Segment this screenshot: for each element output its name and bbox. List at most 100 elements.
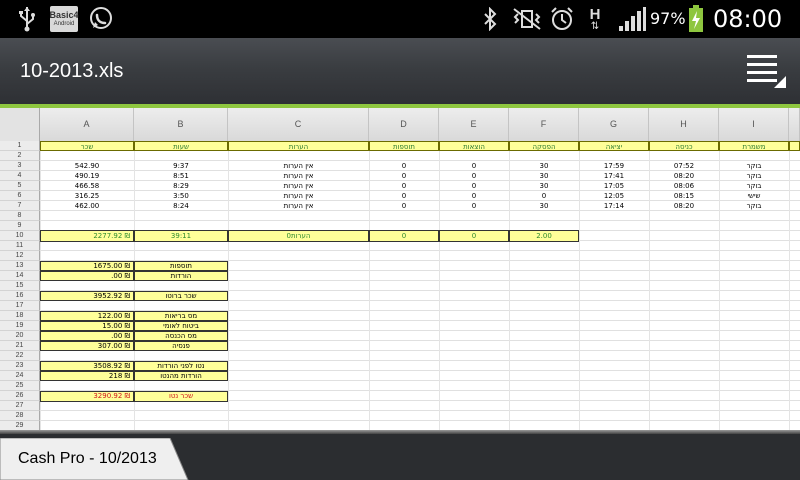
table-cell[interactable]: 17:05 [579,181,649,191]
totals-cell[interactable]: 0 [369,230,439,242]
spreadsheet-grid[interactable]: ABCDEFGHI 1 2 3 4 5 6 7 8 9 10 11 12 13 14 15 16 17 18 19 2… [0,108,800,430]
column-header-d[interactable]: D [369,108,439,141]
column-header-h[interactable]: H [649,108,719,141]
summary-label[interactable]: שכר נטו [134,391,228,402]
table-cell[interactable]: 30 [509,201,579,211]
table-cell[interactable]: 0 [439,171,509,181]
row-header-18[interactable]: 18 [0,311,40,321]
table-cell[interactable]: 30 [509,171,579,181]
column-header-c[interactable]: C [228,108,369,141]
totals-cell[interactable]: 0הערות [228,230,369,242]
table-cell[interactable]: בוקר [719,171,789,181]
table-cell[interactable]: 17:14 [579,201,649,211]
row-header-3[interactable]: 3 [0,161,40,171]
table-cell[interactable]: 8:51 [134,171,228,181]
row-header-22[interactable]: 22 [0,351,40,361]
menu-button[interactable] [744,52,788,92]
summary-value[interactable]: 3508.92 ₪ [40,361,134,371]
header-cell[interactable]: כניסה [649,141,719,151]
table-cell[interactable]: 30 [509,181,579,191]
select-all-corner[interactable] [0,108,40,141]
row-header-26[interactable]: 26 [0,391,40,401]
row-header-16[interactable]: 16 [0,291,40,301]
table-cell[interactable]: 0 [369,171,439,181]
column-header-a[interactable]: A [40,108,134,141]
row-header-14[interactable]: 14 [0,271,40,281]
table-cell[interactable]: 0 [369,201,439,211]
table-cell[interactable]: 3:50 [134,191,228,201]
summary-value[interactable]: 1675.00 ₪ [40,261,134,271]
header-cell[interactable]: משמרת [719,141,789,151]
row-header-10[interactable]: 10 [0,231,40,241]
summary-label[interactable]: מס הכנסה [134,331,228,341]
row-header-9[interactable]: 9 [0,221,40,231]
column-header-b[interactable]: B [134,108,228,141]
row-header-29[interactable]: 29 [0,421,40,430]
header-cell[interactable]: שעות [134,141,228,151]
table-cell[interactable]: 8:29 [134,181,228,191]
table-cell[interactable]: 17:59 [579,161,649,171]
summary-value[interactable]: 3952.92 ₪ [40,291,134,301]
summary-label[interactable]: נטו לפני הורדות [134,361,228,371]
table-cell[interactable]: בוקר [719,161,789,171]
column-header-g[interactable]: G [579,108,649,141]
table-cell[interactable]: 0 [439,201,509,211]
row-header-21[interactable]: 21 [0,341,40,351]
summary-value[interactable]: 218 ₪ [40,371,134,381]
summary-value[interactable]: 307.00 ₪ [40,341,134,351]
header-cell[interactable]: שכר [40,141,134,151]
header-cell[interactable] [789,141,800,151]
header-cell[interactable]: יציאה [579,141,649,151]
table-cell[interactable]: 17:41 [579,171,649,181]
row-header-1[interactable]: 1 [0,141,40,151]
row-header-25[interactable]: 25 [0,381,40,391]
table-cell[interactable]: 466.58 [40,181,134,191]
row-header-5[interactable]: 5 [0,181,40,191]
table-cell[interactable]: 316.25 [40,191,134,201]
table-cell[interactable]: 8:24 [134,201,228,211]
table-cell[interactable]: 08:20 [649,171,719,181]
row-header-13[interactable]: 13 [0,261,40,271]
row-header-11[interactable]: 11 [0,241,40,251]
table-cell[interactable]: 0 [369,181,439,191]
row-header-15[interactable]: 15 [0,281,40,291]
row-header-28[interactable]: 28 [0,411,40,421]
table-cell[interactable]: 08:06 [649,181,719,191]
table-cell[interactable]: אין הערות [228,191,369,201]
table-cell[interactable]: 462.00 [40,201,134,211]
table-cell[interactable]: אין הערות [228,171,369,181]
table-cell[interactable]: שישי [719,191,789,201]
table-cell[interactable]: 0 [369,191,439,201]
table-cell[interactable]: 08:20 [649,201,719,211]
summary-label[interactable]: ביטוח לאומי [134,321,228,331]
table-cell[interactable]: 12:05 [579,191,649,201]
row-header-2[interactable]: 2 [0,151,40,161]
summary-label[interactable]: פנסיה [134,341,228,351]
summary-value[interactable]: 15.00 ₪ [40,321,134,331]
header-cell[interactable]: הפסקה [509,141,579,151]
row-header-17[interactable]: 17 [0,301,40,311]
header-cell[interactable]: תוספות [369,141,439,151]
table-cell[interactable]: בוקר [719,181,789,191]
row-header-7[interactable]: 7 [0,201,40,211]
table-cell[interactable]: 0 [439,191,509,201]
table-cell[interactable]: 07:52 [649,161,719,171]
table-cell[interactable]: 9:37 [134,161,228,171]
row-header-19[interactable]: 19 [0,321,40,331]
totals-cell[interactable]: 2277.92 ₪ [40,230,134,242]
row-header-24[interactable]: 24 [0,371,40,381]
summary-value[interactable]: .00 ₪ [40,271,134,281]
table-cell[interactable]: 0 [509,191,579,201]
table-cell[interactable]: 490.19 [40,171,134,181]
row-header-8[interactable]: 8 [0,211,40,221]
table-cell[interactable]: 30 [509,161,579,171]
summary-label[interactable]: שכר ברוטו [134,291,228,301]
table-cell[interactable]: אין הערות [228,181,369,191]
table-cell[interactable]: 0 [439,181,509,191]
table-cell[interactable]: אין הערות [228,161,369,171]
row-header-12[interactable]: 12 [0,251,40,261]
header-cell[interactable]: הוצאות [439,141,509,151]
summary-label[interactable]: מס בריאות [134,311,228,321]
summary-value[interactable]: 3290.92 ₪ [40,391,134,402]
table-cell[interactable]: אין הערות [228,201,369,211]
